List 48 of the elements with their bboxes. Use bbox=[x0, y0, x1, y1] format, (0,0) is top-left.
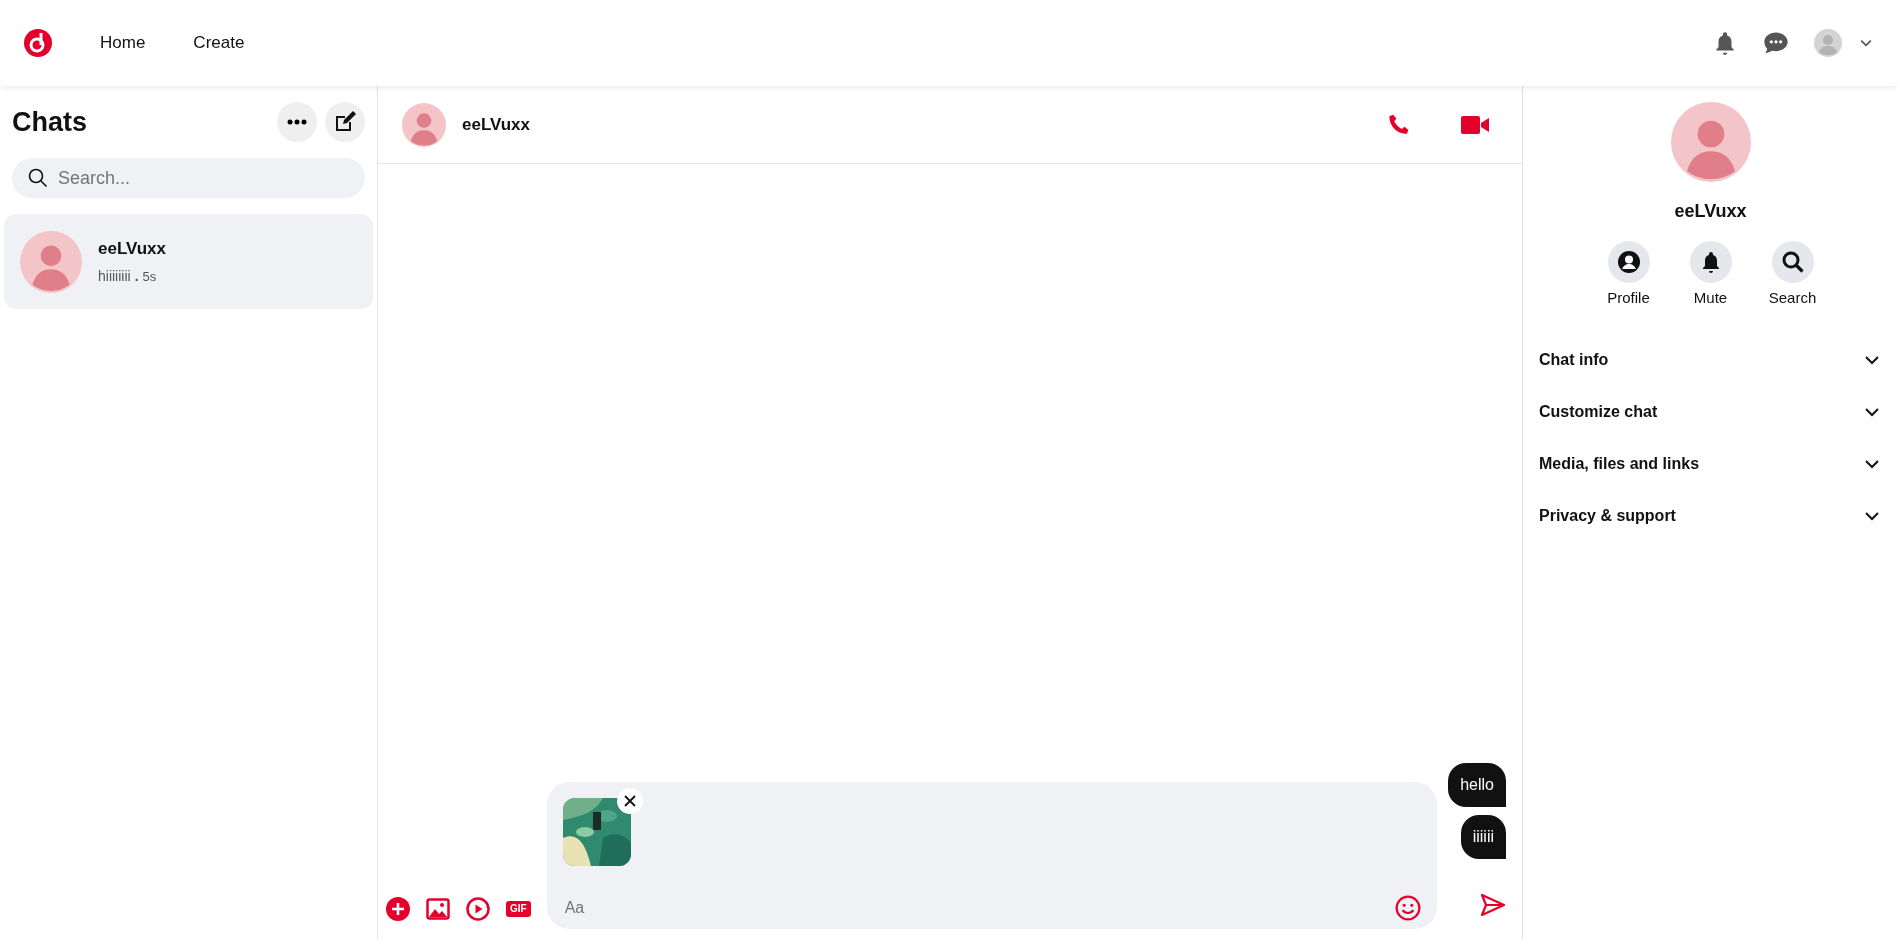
contact-name: eeLVuxx bbox=[462, 113, 531, 136]
more-icon bbox=[287, 119, 307, 125]
logo[interactable] bbox=[24, 29, 52, 57]
emoji-icon[interactable] bbox=[1394, 895, 1421, 921]
profile-icon bbox=[1616, 250, 1641, 274]
chat-list-item[interactable]: eeLVuxx hiiiiiiii . 5s bbox=[4, 214, 373, 309]
section-title: Customize chat bbox=[1539, 401, 1658, 422]
gif-button[interactable]: GIF bbox=[506, 901, 531, 917]
message-bubble: iiiiii bbox=[1460, 815, 1506, 859]
separator-dot: . bbox=[134, 266, 139, 286]
accordion-header[interactable]: Media, files and links bbox=[1531, 437, 1890, 490]
image-icon[interactable] bbox=[426, 898, 450, 920]
action-button[interactable] bbox=[1689, 241, 1732, 283]
avatar bbox=[402, 102, 446, 147]
section-title: Privacy & support bbox=[1539, 505, 1676, 526]
message-input[interactable]: Aa bbox=[562, 895, 1395, 921]
section-title: Chat info bbox=[1539, 349, 1609, 370]
send-icon[interactable] bbox=[1480, 893, 1506, 917]
contact-name: eeLVuxx bbox=[1674, 200, 1747, 223]
action-label: Mute bbox=[1693, 288, 1728, 308]
search-icon bbox=[28, 168, 48, 188]
accordion-header[interactable]: Chat info bbox=[1531, 333, 1890, 386]
close-button[interactable] bbox=[616, 788, 643, 814]
edit-icon bbox=[333, 110, 357, 134]
nav-link[interactable]: Create bbox=[193, 30, 245, 56]
action-button[interactable] bbox=[1771, 241, 1814, 283]
section-title: Media, files and links bbox=[1539, 453, 1700, 474]
accordion-header[interactable]: Privacy & support bbox=[1531, 489, 1890, 542]
play-icon[interactable] bbox=[466, 897, 490, 921]
search-field[interactable]: Search... bbox=[56, 163, 349, 193]
contact-name: eeLVuxx bbox=[98, 238, 167, 261]
close-icon bbox=[623, 795, 636, 807]
action-label: Profile bbox=[1607, 288, 1650, 308]
video-camera-icon[interactable] bbox=[1460, 113, 1490, 136]
plus-icon[interactable] bbox=[386, 897, 410, 921]
compose-button[interactable] bbox=[325, 102, 365, 142]
more-button[interactable] bbox=[277, 102, 317, 142]
timestamp: 5s bbox=[142, 267, 157, 286]
action-button[interactable] bbox=[1607, 241, 1650, 283]
message-bubble: hello bbox=[1448, 763, 1506, 807]
nav-link[interactable]: Home bbox=[100, 30, 146, 56]
search-bar[interactable]: Search... bbox=[12, 158, 365, 198]
action-label: Search bbox=[1768, 288, 1817, 308]
avatar bbox=[20, 230, 82, 293]
message-preview: hiiiiiiii bbox=[98, 266, 131, 286]
search-icon bbox=[1780, 250, 1805, 274]
accordion-header[interactable]: Customize chat bbox=[1531, 385, 1890, 438]
sidebar-title: Chats bbox=[12, 105, 87, 139]
